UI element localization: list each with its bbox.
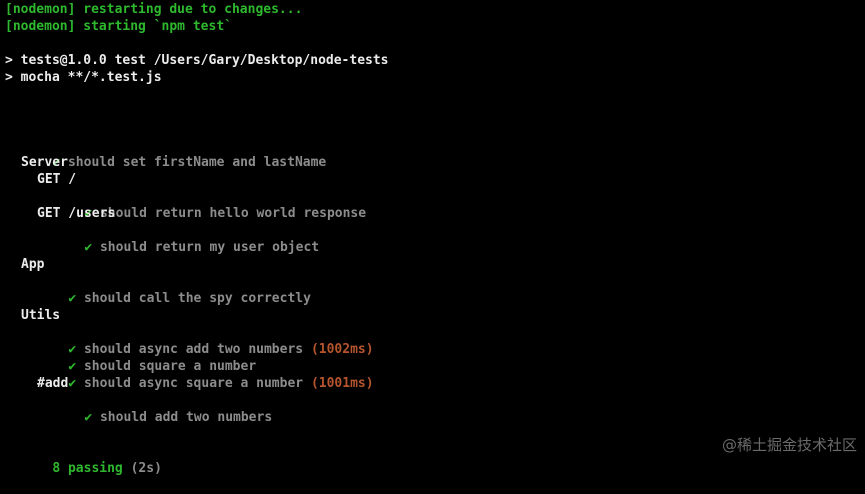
watermark: @稀土掘金技术社区	[721, 436, 857, 454]
suite-title-get-users: GET /users	[37, 206, 116, 221]
check-icon: ✔	[68, 291, 77, 306]
test-result-hello-world: ✔ should return hello world response	[53, 188, 366, 221]
check-icon: ✔	[68, 376, 77, 391]
test-result-async-square: ✔ should async square a number (1001ms)	[37, 358, 373, 391]
suite-title-utils: Utils	[21, 308, 61, 323]
test-result-async-add: ✔ should async add two numbers (1002ms)	[37, 324, 373, 357]
test-result-root: ✔ should set firstName and lastName	[21, 137, 326, 170]
check-icon: ✔	[84, 240, 93, 255]
test-title: should add two numbers	[99, 410, 273, 425]
test-duration: (1001ms)	[310, 376, 374, 391]
test-result-square: ✔ should square a number	[37, 341, 256, 374]
test-title: should return hello world response	[99, 206, 367, 221]
test-title: should call the spy correctly	[83, 291, 311, 306]
test-title: should async square a number	[83, 376, 304, 391]
test-duration: (1002ms)	[310, 342, 374, 357]
passing-count: 8 passing	[52, 461, 123, 476]
suite-title-server: Server	[21, 155, 68, 170]
summary-line: 8 passing (2s)	[21, 443, 162, 476]
npm-script-line: > tests@1.0.0 test /Users/Gary/Desktop/n…	[5, 53, 389, 68]
test-result-add-two: ✔ should add two numbers	[53, 392, 272, 425]
test-result-user-object: ✔ should return my user object	[53, 222, 319, 255]
suite-title-get-root: GET /	[37, 172, 77, 187]
mocha-command-line: > mocha **/*.test.js	[5, 70, 162, 85]
nodemon-restarting-line: [nodemon] restarting due to changes...	[5, 2, 303, 17]
suite-title-app: App	[21, 257, 45, 272]
test-result-spy: ✔ should call the spy correctly	[37, 273, 311, 306]
test-title: should set firstName and lastName	[67, 155, 327, 170]
test-title: should return my user object	[99, 240, 320, 255]
check-icon: ✔	[84, 410, 93, 425]
total-duration: (2s)	[130, 461, 162, 476]
suite-title-add: #add	[37, 376, 69, 391]
nodemon-starting-line: [nodemon] starting `npm test`	[5, 19, 232, 34]
